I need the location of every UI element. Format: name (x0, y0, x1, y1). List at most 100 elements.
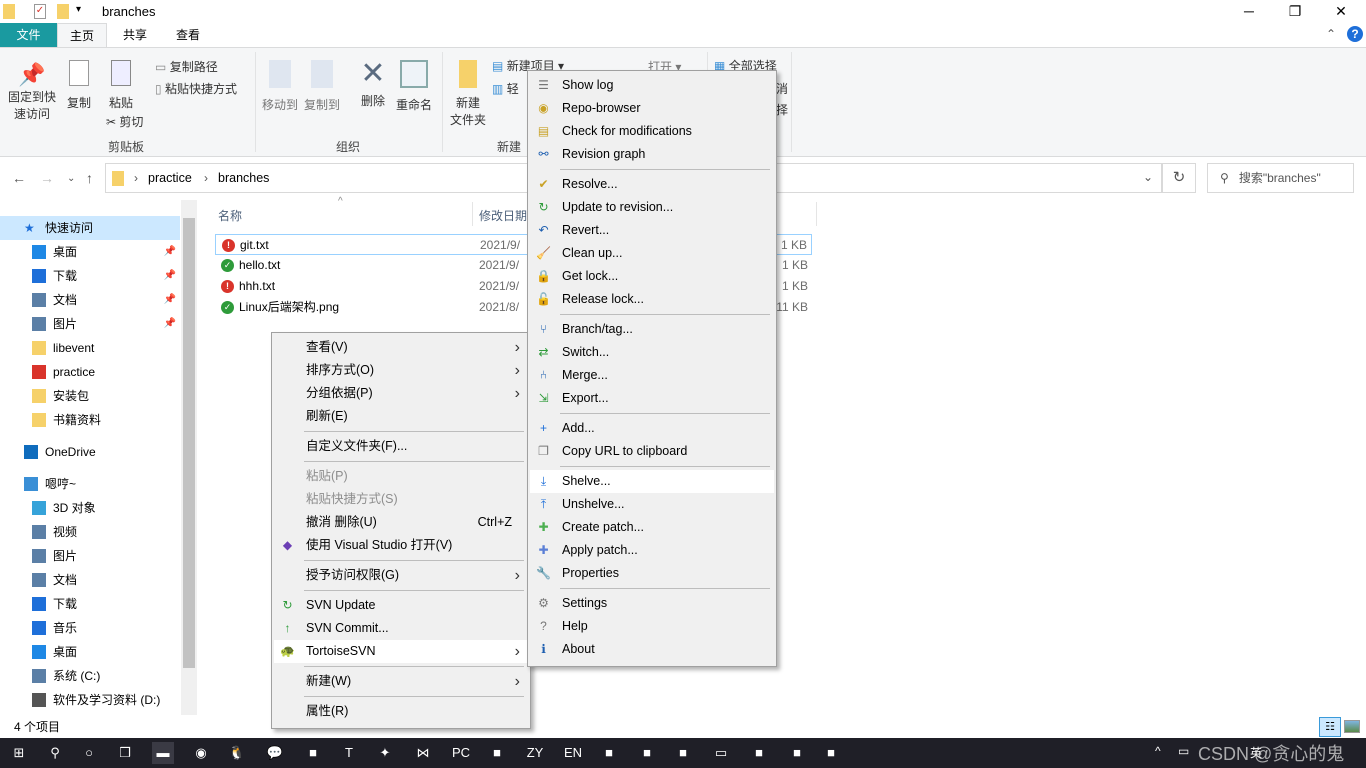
en-taskbar-button[interactable]: EN (562, 742, 584, 764)
copy-path-button[interactable]: ▭ 复制路径 (155, 58, 218, 75)
sidebar-item-3d-[interactable]: 3D 对象 (0, 496, 180, 520)
sidebar-item--[interactable]: 下载 📌 (0, 264, 180, 288)
app-taskbar-button[interactable]: ■ (748, 742, 770, 764)
context-menu-item-svn-update[interactable]: ↻ SVN Update (274, 594, 528, 617)
copy-to-button[interactable]: 复制到 (304, 60, 340, 113)
context-menu-item-s[interactable]: 粘贴快捷方式(S) (274, 488, 528, 511)
recent-locations-button[interactable]: ⌄ (67, 173, 75, 184)
context-menu-item-tortoisesvn[interactable]: 🐢 TortoiseSVN › (274, 640, 528, 663)
collapse-ribbon-icon[interactable]: ⌃ (1326, 27, 1336, 41)
sidebar-item-onedrive[interactable]: OneDrive (0, 440, 180, 464)
context-menu-item-w[interactable]: 新建(W) › (274, 670, 528, 693)
show-hidden-icons-button[interactable]: ^ (1155, 744, 1161, 758)
tab-share[interactable]: 共享 (111, 23, 159, 47)
svn-menu-item-check-for-modifications[interactable]: ▤ Check for modifications (530, 120, 774, 143)
new-folder-button[interactable]: 新建 文件夹 (448, 60, 488, 128)
copy-button[interactable]: 复制 (64, 60, 94, 111)
sidebar-item--[interactable]: 下载 (0, 592, 180, 616)
svn-menu-item-branch-tag[interactable]: ⑂ Branch/tag... (530, 318, 774, 341)
cortana-taskbar-button[interactable]: ○ (78, 742, 100, 764)
sidebar-item--[interactable]: 视频 (0, 520, 180, 544)
column-header-date[interactable]: 修改日期 (479, 207, 527, 224)
invert-selection-button[interactable]: 择 (776, 101, 788, 118)
qq-taskbar-button[interactable]: 🐧 (226, 742, 248, 764)
zy-taskbar-button[interactable]: ZY (524, 742, 546, 764)
sidebar-item--[interactable]: 桌面 📌 (0, 240, 180, 264)
svn-menu-item-merge[interactable]: ⑃ Merge... (530, 364, 774, 387)
svn-menu-item-apply-patch[interactable]: ✚ Apply patch... (530, 539, 774, 562)
svn-menu-item-shelve[interactable]: ⤓ Shelve... (530, 470, 774, 493)
context-menu-item-f[interactable]: 自定义文件夹(F)... (274, 435, 528, 458)
select-none-button[interactable]: 消 (776, 80, 788, 97)
sidebar-item-practice[interactable]: practice (0, 360, 180, 384)
app-taskbar-button[interactable]: ■ (302, 742, 324, 764)
large-icons-view-button[interactable] (1344, 720, 1360, 733)
app-taskbar-button[interactable]: ■ (486, 742, 508, 764)
customize-toolbar-icon[interactable]: ▾ (76, 4, 81, 15)
svn-menu-item-unshelve[interactable]: ⤒ Unshelve... (530, 493, 774, 516)
context-menu-item-p[interactable]: 粘贴(P) (274, 465, 528, 488)
app-taskbar-button[interactable]: ■ (636, 742, 658, 764)
close-button[interactable]: ✕ (1318, 0, 1364, 23)
properties-icon[interactable]: ✓ (34, 4, 46, 19)
svn-menu-item-update-to-revision[interactable]: ↻ Update to revision... (530, 196, 774, 219)
sidebar-item--[interactable]: 音乐 (0, 616, 180, 640)
sidebar-scrollbar-thumb[interactable] (183, 218, 195, 668)
svn-menu-item-release-lock[interactable]: 🔓 Release lock... (530, 288, 774, 311)
column-divider[interactable] (472, 202, 473, 226)
context-menu-item-p[interactable]: 分组依据(P) › (274, 382, 528, 405)
sidebar-item-libevent[interactable]: libevent (0, 336, 180, 360)
breadcrumb-branches[interactable]: branches (218, 171, 269, 185)
svn-menu-item-clean-up[interactable]: 🧹 Clean up... (530, 242, 774, 265)
maximize-button[interactable]: ❐ (1272, 0, 1318, 23)
tab-view[interactable]: 查看 (164, 23, 212, 47)
terminal-taskbar-button[interactable]: ▭ (710, 742, 732, 764)
sidebar-item--[interactable]: 图片 (0, 544, 180, 568)
svn-menu-item-export[interactable]: ⇲ Export... (530, 387, 774, 410)
svn-menu-item-resolve[interactable]: ✔ Resolve... (530, 173, 774, 196)
svn-menu-item-show-log[interactable]: ☰ Show log (530, 74, 774, 97)
context-menu-item-visual-studio-v[interactable]: ◆ 使用 Visual Studio 打开(V) (274, 534, 528, 557)
sidebar-item--[interactable]: 文档 (0, 568, 180, 592)
wechat-taskbar-button[interactable]: 💬 (264, 742, 286, 764)
tab-home[interactable]: 主页 (57, 23, 108, 47)
rename-button[interactable]: 重命名 (396, 60, 432, 113)
address-dropdown-icon[interactable]: ⌄ (1143, 170, 1153, 184)
sidebar-item--[interactable]: 书籍资料 (0, 408, 180, 432)
app-taskbar-button[interactable]: ■ (598, 742, 620, 764)
sidebar-item--[interactable]: 嗯哼~ (0, 472, 180, 496)
sidebar-item--[interactable]: ★ 快速访问 (0, 216, 180, 240)
context-menu-item-r[interactable]: 属性(R) (274, 700, 528, 723)
pin-icon[interactable]: 📌 (164, 240, 176, 264)
search-taskbar-button[interactable]: ⚲ (44, 742, 66, 764)
svn-menu-item-about[interactable]: ℹ About (530, 638, 774, 661)
context-menu-item-e[interactable]: 刷新(E) (274, 405, 528, 428)
svn-menu-item-revert[interactable]: ↶ Revert... (530, 219, 774, 242)
battery-icon[interactable]: ▭ (1178, 744, 1189, 758)
pin-quick-access-button[interactable]: 📌 固定到快 速访问 (6, 62, 58, 122)
pin-icon[interactable]: 📌 (164, 288, 176, 312)
svn-menu-item-add[interactable]: + Add... (530, 417, 774, 440)
details-view-button[interactable]: ☷ (1319, 717, 1341, 737)
help-icon[interactable]: ? (1347, 26, 1363, 42)
task-view-taskbar-button[interactable]: ❒ (114, 742, 136, 764)
minimize-button[interactable]: ─ (1226, 0, 1272, 23)
svn-menu-item-create-patch[interactable]: ✚ Create patch... (530, 516, 774, 539)
svn-menu-item-settings[interactable]: ⚙ Settings (530, 592, 774, 615)
sidebar-item--[interactable]: 桌面 (0, 640, 180, 664)
paste-shortcut-button[interactable]: ▯ 粘贴快捷方式 (155, 80, 237, 97)
svn-menu-item-properties[interactable]: 🔧 Properties (530, 562, 774, 585)
up-button[interactable]: ↑ (86, 170, 93, 186)
sidebar-item--d-[interactable]: 软件及学习资料 (D:) (0, 688, 180, 712)
app-taskbar-button[interactable]: ■ (672, 742, 694, 764)
new-folder-icon[interactable] (57, 4, 69, 19)
sidebar-item--[interactable]: 安装包 (0, 384, 180, 408)
windows-taskbar-button[interactable]: ⊞ (8, 742, 30, 764)
sidebar-item--[interactable]: 图片 📌 (0, 312, 180, 336)
app-taskbar-button[interactable]: ■ (786, 742, 808, 764)
tab-file[interactable]: 文件 (0, 23, 57, 47)
context-menu-item-o[interactable]: 排序方式(O) › (274, 359, 528, 382)
column-header-name[interactable]: 名称 (218, 207, 242, 224)
svn-menu-item-switch[interactable]: ⇄ Switch... (530, 341, 774, 364)
pycharm-taskbar-button[interactable]: PC (450, 742, 472, 764)
